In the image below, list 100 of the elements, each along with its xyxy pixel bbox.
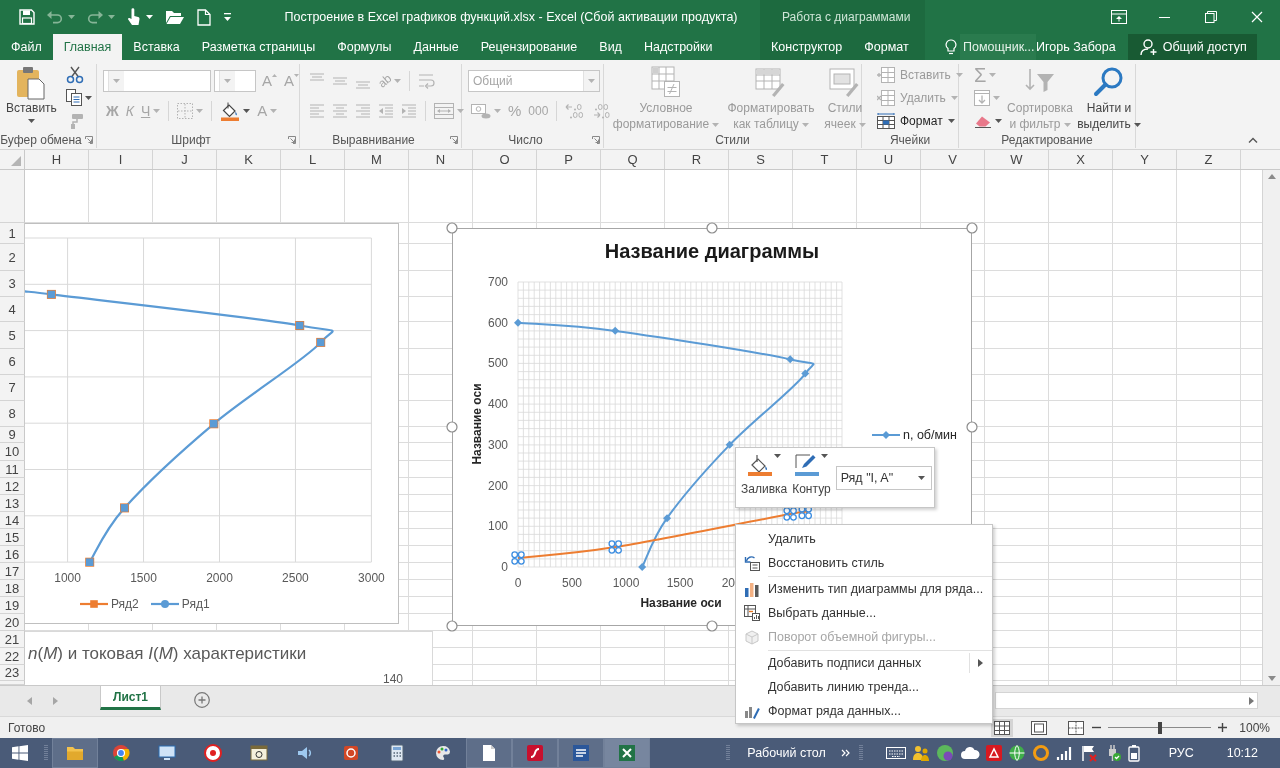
ribbon-tab[interactable]: Файл [0,34,53,60]
vertical-scrollbar[interactable] [1262,170,1280,685]
tell-me-field[interactable]: Помощник... [960,34,1036,60]
arrow-right-icon[interactable] [1249,696,1254,705]
close-icon[interactable] [1251,11,1263,23]
column-header[interactable]: N [409,150,473,169]
row-header[interactable]: 20 [0,614,25,631]
arrow-up-icon[interactable] [1267,174,1276,179]
ribbon-tab[interactable]: Конструктор [760,34,854,60]
axis-title[interactable]: Название оси [470,383,484,465]
font-size-field[interactable] [214,70,256,92]
column-header[interactable]: P [537,150,601,169]
hand-button[interactable] [127,8,153,26]
toolbar-button[interactable]: Заливка [739,452,790,496]
taskbar-button[interactable] [604,738,650,768]
row-header[interactable]: 17 [0,563,25,580]
column-header[interactable]: W [985,150,1049,169]
row-header[interactable]: 2 [0,244,25,271]
menu-item[interactable]: Формат ряда данных... [736,699,992,723]
ribbon-tab[interactable]: Данные [402,34,470,60]
ribbon-tab[interactable]: Формат [853,34,920,60]
row-header[interactable]: 21 [0,631,25,648]
keyboard-icon[interactable] [885,747,906,759]
axis-title[interactable]: Название оси [640,596,722,610]
column-header[interactable]: S [729,150,793,169]
start-icon[interactable] [12,745,28,761]
resize-handle[interactable] [706,222,718,234]
row-header[interactable]: 16 [0,546,25,563]
clock[interactable]: 10:12 [1226,746,1258,760]
resize-handle[interactable] [706,620,718,632]
taskbar-button[interactable] [466,738,512,768]
row-header[interactable]: 12 [0,478,25,495]
flag-icon[interactable] [1079,744,1098,762]
series-dropdown[interactable]: Ряд "I, A" [835,466,932,490]
horizontal-scrollbar[interactable] [995,692,1258,709]
resize-handle[interactable] [446,421,458,433]
data-point[interactable] [608,540,622,554]
row-header[interactable]: 22 [0,648,25,665]
resize-handle[interactable] [966,421,978,433]
column-header[interactable]: T [793,150,857,169]
chevron-up-icon[interactable] [1248,137,1258,143]
data-point[interactable] [514,318,522,327]
dialog-launcher-icon[interactable] [450,136,458,144]
row-header[interactable]: 19 [0,597,25,614]
grip-icon[interactable] [44,743,48,763]
people-icon[interactable] [911,744,930,762]
dialog-launcher-icon[interactable] [288,136,296,144]
cloud-icon[interactable] [959,746,980,760]
row-header[interactable]: 7 [0,375,25,401]
badge-icon[interactable] [935,744,954,762]
dialog-launcher-icon[interactable] [592,136,600,144]
grip-icon[interactable] [858,743,863,763]
row-header[interactable]: 1 [0,223,25,244]
paste-button[interactable]: Вставить [6,64,57,132]
view-button[interactable] [991,718,1014,737]
dialog-launcher-icon[interactable] [85,136,93,144]
chart-area[interactable]: 1000 1500 2000 2500 3000 Ряд2 Ряд1 [25,223,399,624]
document-button[interactable] [197,8,211,26]
folder-button[interactable] [165,9,185,25]
column-header[interactable]: L [281,150,345,169]
grip-icon[interactable] [726,743,731,763]
toolbar-button[interactable]: Контур [790,452,833,496]
column-header[interactable]: M [345,150,409,169]
row-header[interactable]: 23 [0,665,25,681]
language-indicator[interactable]: РУС [1168,746,1194,760]
chart-title[interactable]: Название диаграммы [604,240,820,263]
add-sheet-icon[interactable] [194,692,210,708]
arrow-down-icon[interactable] [1267,676,1276,681]
column-header[interactable]: I [89,150,153,169]
font-name-field[interactable] [103,70,211,92]
data-point[interactable] [786,355,795,364]
desktop-toolbar-label[interactable]: Рабочий стол [747,746,826,760]
column-header[interactable]: H [25,150,89,169]
chart-area[interactable]: n(M) и токовая I(M) характеристики 140 [25,631,433,685]
ribbon-tab[interactable]: Надстройки [632,34,724,60]
battery-icon[interactable] [1127,744,1140,762]
taskbar-button[interactable] [52,738,98,768]
row-header[interactable]: 18 [0,580,25,597]
menu-item[interactable]: Добавить подписи данных [736,651,992,675]
ribbon-tab[interactable]: Вид [588,34,633,60]
column-header[interactable]: K [217,150,281,169]
ribbon-tab[interactable]: Разметка страницы [190,34,327,60]
double-chevron-icon[interactable] [840,749,850,757]
plus-icon[interactable] [1218,723,1228,732]
ring-icon[interactable] [1031,744,1050,762]
column-header[interactable]: R [665,150,729,169]
column-header[interactable]: V [921,150,985,169]
column-header[interactable]: X [1049,150,1113,169]
menu-item[interactable]: Добавить линию тренда... [736,675,992,699]
data-point[interactable] [725,440,734,449]
globe-icon[interactable] [1007,744,1026,762]
column-header[interactable]: O [473,150,537,169]
lightbulb-icon[interactable] [945,39,957,55]
share-button[interactable]: Общий доступ [1127,34,1257,60]
row-header[interactable]: 14 [0,512,25,529]
ribbon-tab[interactable]: Формулы [326,34,403,60]
column-header[interactable]: Q [601,150,665,169]
row-header[interactable]: 15 [0,529,25,546]
zoom-level[interactable]: 100% [1239,720,1270,735]
row-header[interactable]: 10 [0,443,25,461]
